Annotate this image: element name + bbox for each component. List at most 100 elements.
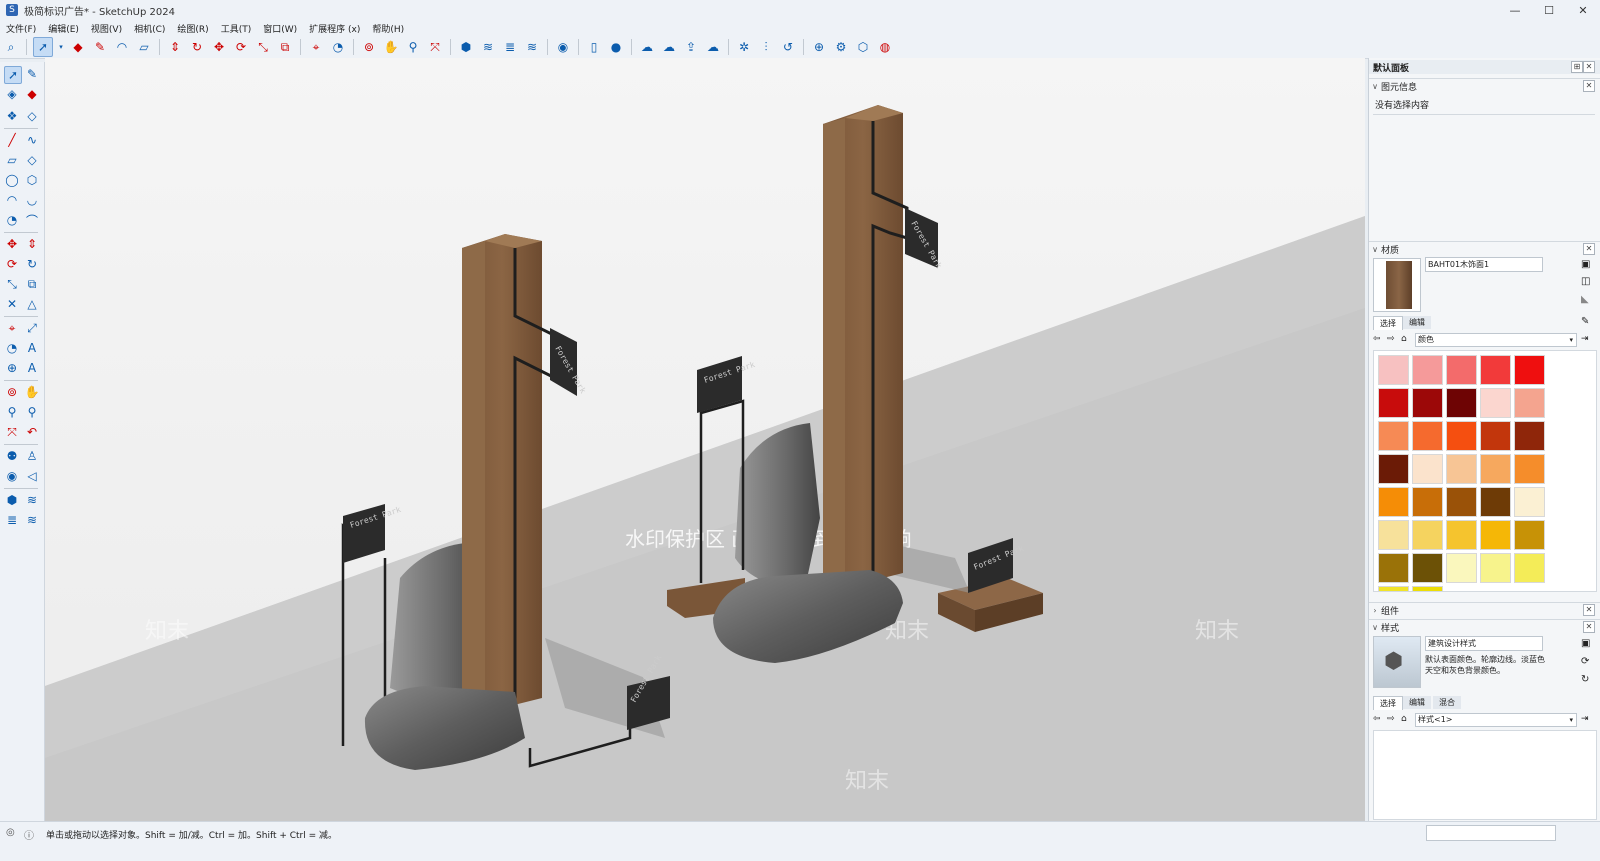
polygon-icon[interactable]: ⬡ bbox=[24, 172, 40, 188]
material-swatch[interactable] bbox=[1412, 388, 1443, 418]
eraser-icon[interactable]: ◆ bbox=[69, 38, 87, 56]
create-material-icon[interactable]: ▣ bbox=[1581, 259, 1590, 270]
previous-view-icon[interactable]: ↶ bbox=[24, 424, 40, 440]
style-thumbnail[interactable]: ⬢ bbox=[1373, 636, 1421, 688]
profile-icon[interactable]: ◉ bbox=[554, 38, 572, 56]
paint-bucket-icon[interactable]: ◈ bbox=[4, 86, 20, 102]
material-swatch[interactable] bbox=[1378, 421, 1409, 451]
protractor-icon[interactable]: ◔ bbox=[329, 38, 347, 56]
zoom-tool-icon[interactable]: ⚲ bbox=[4, 404, 20, 420]
eraser-tool-icon[interactable]: ◆ bbox=[24, 86, 40, 102]
material-swatch[interactable] bbox=[1412, 487, 1443, 517]
scale-tool-icon[interactable]: ⤡ bbox=[4, 276, 20, 292]
zoom-extents-icon[interactable]: ⤧ bbox=[426, 38, 444, 56]
menu-draw[interactable]: 绘图(R) bbox=[171, 22, 214, 35]
new-file-icon[interactable]: ▯ bbox=[585, 38, 603, 56]
shape-icon[interactable]: ▱ bbox=[135, 38, 153, 56]
close-styles-icon[interactable]: ✕ bbox=[1583, 621, 1595, 633]
forward-icon[interactable]: ⇨ bbox=[1387, 714, 1395, 724]
cloud-icon[interactable]: ☁ bbox=[638, 38, 656, 56]
hex-gear-icon[interactable]: ⬡ bbox=[854, 38, 872, 56]
texture-icon[interactable]: ◣ bbox=[1581, 294, 1589, 305]
menu-help[interactable]: 帮助(H) bbox=[366, 22, 410, 35]
material-swatch[interactable] bbox=[1412, 586, 1443, 591]
back-icon[interactable]: ⇦ bbox=[1373, 714, 1381, 724]
eyedropper-icon[interactable]: ✎ bbox=[1581, 316, 1589, 327]
download-icon[interactable]: ☁ bbox=[704, 38, 722, 56]
tape-measure-icon[interactable]: ⌖ bbox=[4, 320, 20, 336]
freehand-icon[interactable]: ∿ bbox=[24, 132, 40, 148]
material-swatch[interactable] bbox=[1480, 421, 1511, 451]
layers-tool-icon[interactable]: ≣ bbox=[4, 512, 20, 528]
tape-icon[interactable]: ⌖ bbox=[307, 38, 325, 56]
settings-icon[interactable]: ✲ bbox=[735, 38, 753, 56]
material-swatch[interactable] bbox=[1480, 487, 1511, 517]
flip-icon[interactable]: ✕ bbox=[4, 296, 20, 312]
home-icon[interactable]: ⌂ bbox=[1401, 714, 1407, 724]
followme-icon[interactable]: ↻ bbox=[188, 38, 206, 56]
menu-extensions[interactable]: 扩展程序 (x) bbox=[303, 22, 366, 35]
select-icon[interactable]: ➚ bbox=[33, 37, 53, 57]
material-swatch[interactable] bbox=[1378, 553, 1409, 583]
zoom-icon[interactable]: ⚲ bbox=[404, 38, 422, 56]
dropdown-chevron-icon[interactable]: ▾ bbox=[57, 38, 65, 56]
entity-info-header[interactable]: ∨ 图元信息 ✕ bbox=[1369, 78, 1600, 93]
back-icon[interactable]: ⇦ bbox=[1373, 334, 1381, 344]
material-name-field[interactable]: BAHT01木饰面1 bbox=[1425, 257, 1543, 272]
menu-window[interactable]: 窗口(W) bbox=[257, 22, 303, 35]
details-icon[interactable]: ⇥ bbox=[1581, 334, 1589, 344]
material-swatch[interactable] bbox=[1480, 388, 1511, 418]
material-swatch[interactable] bbox=[1514, 487, 1545, 517]
section-icon[interactable]: ⬢ bbox=[457, 38, 475, 56]
material-swatch[interactable] bbox=[1480, 454, 1511, 484]
close-button[interactable]: ✕ bbox=[1566, 0, 1600, 20]
details-icon[interactable]: ⇥ bbox=[1581, 714, 1589, 724]
model-viewport[interactable]: 水印保护区 画质会受到部分影响 知末 知末 知末 知末 知末 Forest Pa… bbox=[45, 58, 1365, 821]
material-swatch[interactable] bbox=[1514, 520, 1545, 550]
home-icon[interactable]: ⌂ bbox=[1401, 334, 1407, 344]
styles-tool-icon[interactable]: ≋ bbox=[24, 512, 40, 528]
material-swatch[interactable] bbox=[1378, 388, 1409, 418]
material-swatch[interactable] bbox=[1446, 487, 1477, 517]
style-library-list[interactable] bbox=[1373, 730, 1597, 820]
two-point-arc-icon[interactable]: ◡ bbox=[24, 192, 40, 208]
menu-camera[interactable]: 相机(C) bbox=[128, 22, 171, 35]
material-swatch[interactable] bbox=[1480, 520, 1511, 550]
styles-tab-mix[interactable]: 混合 bbox=[1433, 696, 1461, 709]
info-icon[interactable]: ⓘ bbox=[24, 827, 34, 842]
move-tool-icon[interactable]: ✥ bbox=[4, 236, 20, 252]
chrome-icon[interactable]: ◍ bbox=[876, 38, 894, 56]
material-swatch[interactable] bbox=[1514, 421, 1545, 451]
extension-tool-icon[interactable]: ≋ bbox=[24, 492, 40, 508]
material-swatch[interactable] bbox=[1480, 553, 1511, 583]
measurements-box[interactable] bbox=[1426, 825, 1556, 841]
circle-icon[interactable]: ◯ bbox=[4, 172, 20, 188]
material-swatch[interactable] bbox=[1446, 520, 1477, 550]
material-swatch[interactable] bbox=[1378, 520, 1409, 550]
materials-tab-edit[interactable]: 编辑 bbox=[1403, 316, 1431, 329]
search-icon[interactable]: ⌕ bbox=[2, 38, 20, 56]
material-swatch[interactable] bbox=[1378, 355, 1409, 385]
close-components-icon[interactable]: ✕ bbox=[1583, 604, 1595, 616]
upload-icon[interactable]: ⇪ bbox=[682, 38, 700, 56]
update-style-icon[interactable]: ⟳ bbox=[1581, 656, 1589, 667]
material-swatch[interactable] bbox=[1378, 586, 1409, 591]
scene-canvas[interactable]: 水印保护区 画质会受到部分影响 知末 知末 知末 知末 知末 Forest Pa… bbox=[45, 58, 1365, 821]
menu-tools[interactable]: 工具(T) bbox=[215, 22, 258, 35]
tag-icon[interactable]: ◇ bbox=[24, 108, 40, 124]
material-swatch[interactable] bbox=[1446, 388, 1477, 418]
geo-location-icon[interactable]: ◎ bbox=[6, 827, 15, 838]
material-library-select[interactable]: 颜色 ▾ bbox=[1415, 333, 1577, 347]
adjust-icon[interactable]: ⫶ bbox=[757, 38, 775, 56]
menu-view[interactable]: 视图(V) bbox=[85, 22, 128, 35]
material-swatch[interactable] bbox=[1480, 355, 1511, 385]
styles-header[interactable]: ∨ 样式 ✕ bbox=[1369, 619, 1600, 634]
position-texture-icon[interactable]: △ bbox=[24, 296, 40, 312]
material-swatch[interactable] bbox=[1412, 553, 1443, 583]
zoom-window-icon[interactable]: ⚲ bbox=[24, 404, 40, 420]
layers-icon[interactable]: ≋ bbox=[523, 38, 541, 56]
components-header[interactable]: › 组件 ✕ bbox=[1369, 602, 1600, 617]
text-icon[interactable]: A bbox=[24, 340, 40, 356]
menu-file[interactable]: 文件(F) bbox=[0, 22, 42, 35]
material-swatch[interactable] bbox=[1412, 421, 1443, 451]
